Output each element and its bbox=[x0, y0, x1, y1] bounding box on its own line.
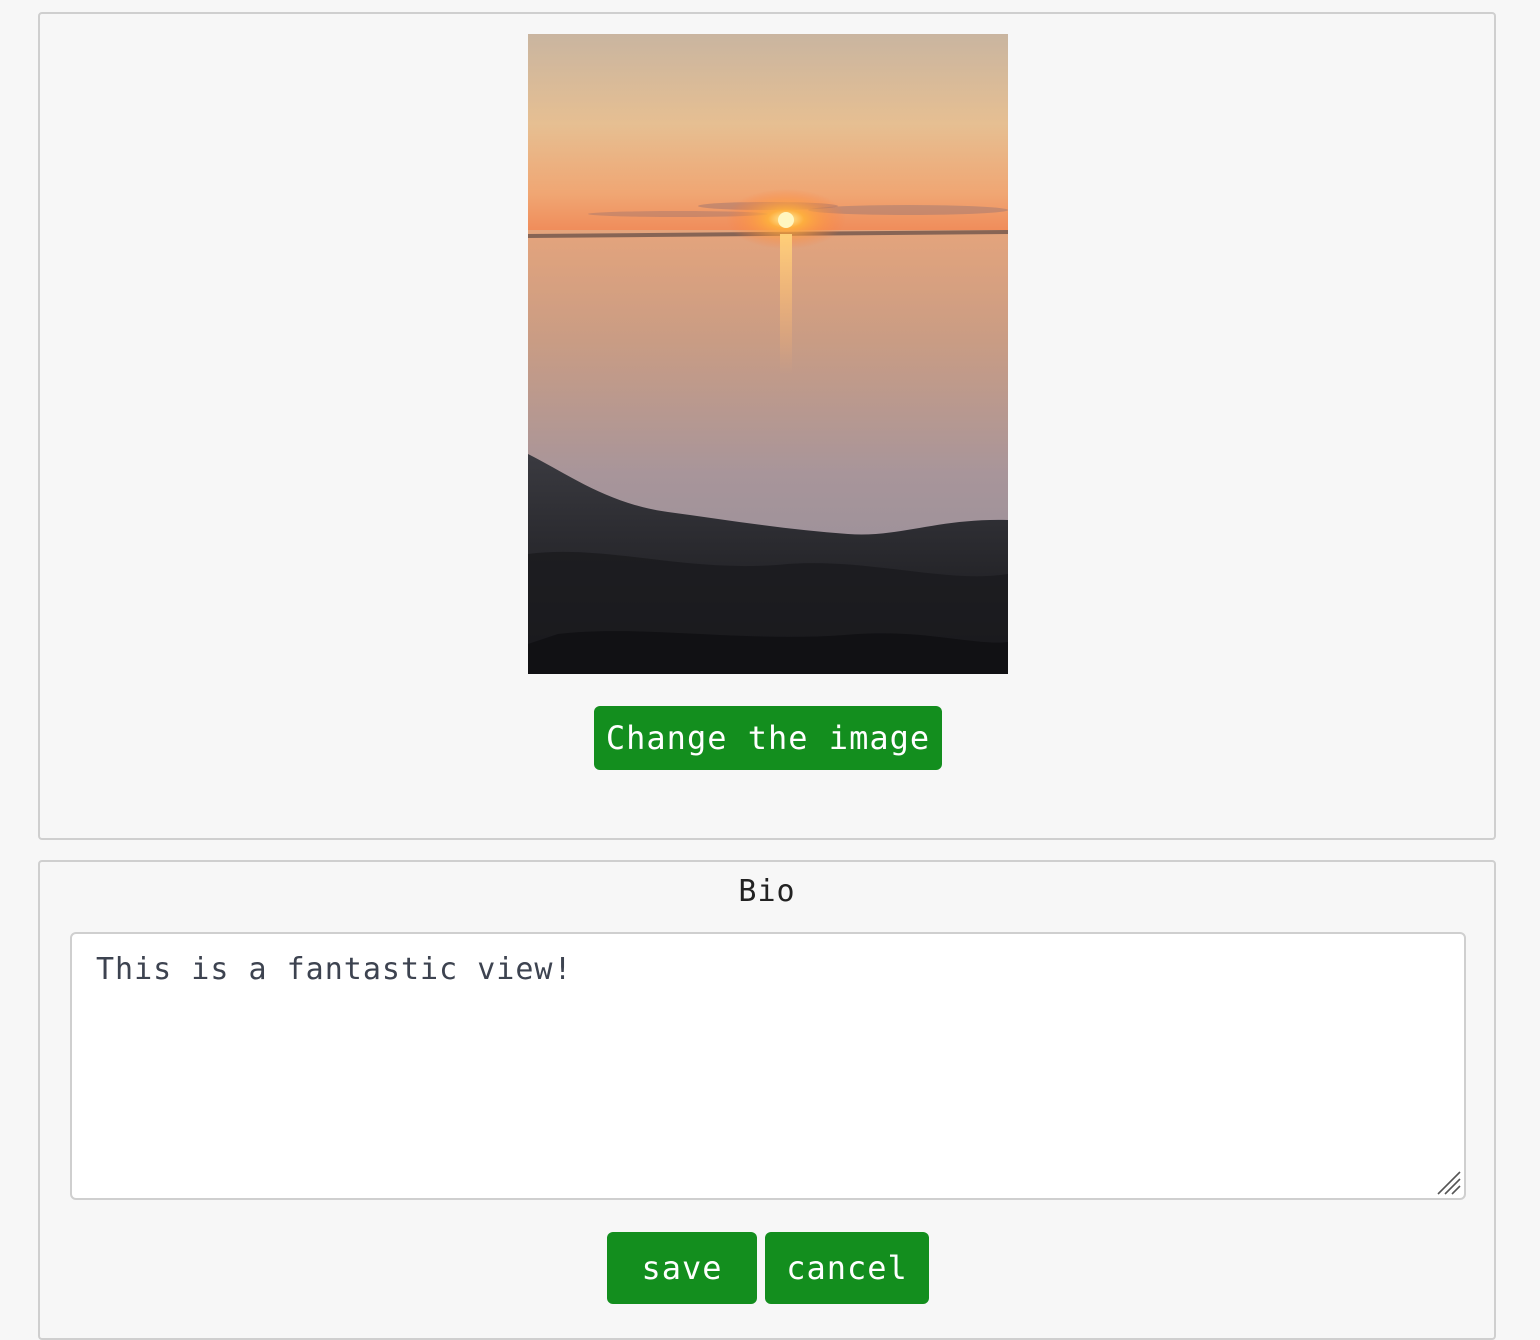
bio-panel: Bio This is a fantastic view! save cance… bbox=[38, 860, 1496, 1340]
image-panel: Change the image bbox=[38, 12, 1496, 840]
bio-textarea[interactable]: This is a fantastic view! bbox=[70, 932, 1466, 1200]
resize-handle-icon[interactable] bbox=[1434, 1168, 1462, 1196]
bio-title: Bio bbox=[738, 874, 796, 909]
cancel-button[interactable]: cancel bbox=[765, 1232, 929, 1304]
change-image-button[interactable]: Change the image bbox=[594, 706, 942, 770]
sunset-photo bbox=[528, 34, 1008, 674]
save-button[interactable]: save bbox=[607, 1232, 757, 1304]
